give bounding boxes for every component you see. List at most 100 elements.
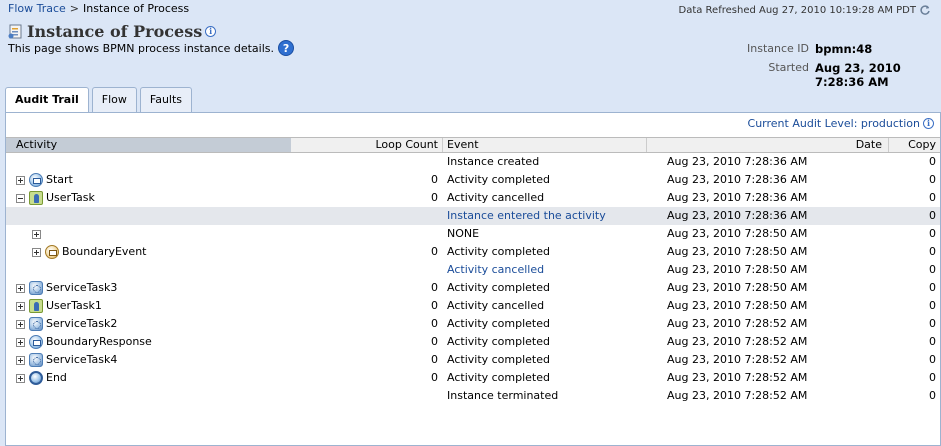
page-subtitle: This page shows BPMN process instance de… (8, 41, 275, 55)
column-header-loop-count[interactable]: Loop Count (291, 138, 442, 152)
copy-cell: 0 (929, 263, 936, 276)
activity-cell-content: ServiceTask2 (6, 315, 291, 333)
end-event-icon (29, 371, 43, 385)
table-row[interactable]: ServiceTask3 0 Activity completed Aug 23, 2… (6, 279, 940, 297)
expand-icon[interactable] (16, 283, 25, 293)
process-instance-icon (8, 24, 22, 38)
expand-icon[interactable] (32, 247, 41, 257)
event-cell[interactable]: Activity cancelled (442, 261, 646, 279)
activity-cell-content (6, 261, 291, 279)
date-cell: Aug 23, 2010 7:28:52 AM (667, 389, 808, 402)
activity-cell: Start (6, 171, 291, 189)
table-row[interactable]: Instance entered the activity Aug 23, 201… (6, 207, 940, 225)
tab-bar: Audit Trail Flow Faults (5, 87, 195, 113)
expand-icon[interactable] (16, 373, 25, 383)
column-header-activity[interactable]: Activity (6, 138, 291, 152)
page-title: Instance of Process (27, 22, 203, 41)
collapse-icon[interactable] (16, 193, 25, 203)
date-cell: Aug 23, 2010 7:28:36 AM (667, 191, 808, 204)
loop-count-cell: 0 (431, 317, 438, 330)
help-icon[interactable]: ? (278, 40, 295, 56)
table-row[interactable]: NONE Aug 23, 2010 7:28:50 AM 0 (6, 225, 940, 243)
column-header-event[interactable]: Event (442, 138, 646, 152)
date-cell: Aug 23, 2010 7:28:50 AM (667, 299, 808, 312)
table-row[interactable]: ServiceTask4 0 Activity completed Aug 23, 2… (6, 351, 940, 369)
loop-count-cell: 0 (431, 299, 438, 312)
column-header-date[interactable]: Date (646, 138, 888, 152)
table-header: Activity Loop Count Event Date Copy (6, 137, 940, 153)
date-cell: Aug 23, 2010 7:28:50 AM (667, 245, 808, 258)
copy-cell: 0 (929, 353, 936, 366)
column-header-copy[interactable]: Copy (888, 138, 940, 152)
audit-trail-table: Activity Loop Count Event Date Copy Inst… (6, 137, 940, 405)
loop-count-cell: 0 (431, 191, 438, 204)
audit-level-info-icon[interactable]: i (923, 118, 934, 129)
breadcrumb-current: Instance of Process (83, 2, 190, 15)
table-row[interactable]: End 0 Activity completed Aug 23, 2010 7:28:… (6, 369, 940, 387)
tab-flow[interactable]: Flow (91, 87, 137, 112)
event-cell: Activity completed (447, 245, 550, 258)
date-cell: Aug 23, 2010 7:28:36 AM (667, 155, 808, 168)
info-icon[interactable]: i (205, 26, 217, 37)
instance-id-row: Instance ID bpmn:48 (705, 42, 935, 56)
table-row[interactable]: Activity cancelled Aug 23, 2010 7:28:50 A… (6, 261, 940, 279)
table-row[interactable]: UserTask1 0 Activity cancelled Aug 23, 2010… (6, 297, 940, 315)
activity-name: BoundaryEvent (62, 245, 147, 258)
activity-cell: ServiceTask2 (6, 315, 291, 333)
started-label: Started (768, 61, 809, 74)
loop-count-cell: 0 (431, 173, 438, 186)
user-task-icon (29, 299, 43, 313)
table-row[interactable]: BoundaryResponse 0 Activity completed Aug 2… (6, 333, 940, 351)
table-row[interactable]: UserTask 0 Activity cancelled Aug 23, 2010 … (6, 189, 940, 207)
copy-cell: 0 (929, 209, 936, 222)
table-row[interactable]: ServiceTask2 0 Activity completed Aug 23, 2… (6, 315, 940, 333)
breadcrumb-separator: > (69, 2, 80, 15)
tab-faults[interactable]: Faults (139, 87, 193, 112)
expand-icon[interactable] (16, 319, 25, 329)
table-row[interactable]: Instance created Aug 23, 2010 7:28:36 AM 0 (6, 153, 940, 171)
started-value: Aug 23, 2010 7:28:36 AM (815, 61, 901, 89)
activity-cell-content: Start (6, 171, 291, 189)
activity-cell (6, 207, 291, 225)
loop-count-cell: 0 (431, 371, 438, 384)
started-row: Started Aug 23, 2010 7:28:36 AM (705, 61, 935, 89)
date-cell: Aug 23, 2010 7:28:36 AM (667, 209, 808, 222)
loop-count-cell: 0 (431, 353, 438, 366)
breadcrumb-flow-trace-link[interactable]: Flow Trace (8, 2, 66, 15)
date-cell: Aug 23, 2010 7:28:50 AM (667, 227, 808, 240)
audit-level-link[interactable]: Current Audit Level: production (748, 117, 920, 130)
expand-icon[interactable] (16, 337, 25, 347)
expand-icon[interactable] (16, 175, 25, 185)
instance-id-value: bpmn:48 (815, 42, 873, 56)
table-row[interactable]: Instance terminated Aug 23, 2010 7:28:52 … (6, 387, 940, 405)
activity-cell-content: ServiceTask4 (6, 351, 291, 369)
activity-name: ServiceTask2 (46, 317, 118, 330)
user-task-icon (29, 191, 43, 205)
table-row[interactable]: Start 0 Activity completed Aug 23, 2010 7:2… (6, 171, 940, 189)
expand-icon[interactable] (16, 301, 25, 311)
date-cell: Aug 23, 2010 7:28:52 AM (667, 317, 808, 330)
expand-icon[interactable] (16, 355, 25, 365)
audit-level: Current Audit Level: production i (748, 117, 934, 130)
activity-cell (6, 261, 291, 279)
activity-name: UserTask (46, 191, 95, 204)
expand-icon[interactable] (32, 229, 41, 239)
activity-cell: BoundaryEvent (6, 243, 291, 261)
activity-name: ServiceTask4 (46, 353, 118, 366)
service-task-icon (29, 353, 43, 367)
event-cell[interactable]: Instance entered the activity (442, 207, 646, 225)
copy-cell: 0 (929, 281, 936, 294)
event-cell: Activity completed (447, 317, 550, 330)
copy-cell: 0 (929, 299, 936, 312)
table-row[interactable]: BoundaryEvent 0 Activity completed Aug 23, … (6, 243, 940, 261)
instance-meta: Instance ID bpmn:48 Started Aug 23, 2010… (705, 42, 935, 94)
page-header: Instance of Process i (8, 22, 217, 41)
tab-audit-trail[interactable]: Audit Trail (5, 87, 89, 113)
refresh-icon[interactable] (919, 4, 931, 16)
activity-cell: UserTask1 (6, 297, 291, 315)
activity-name: ServiceTask3 (46, 281, 118, 294)
event-cell: NONE (447, 227, 480, 240)
activity-cell: UserTask (6, 189, 291, 207)
activity-cell-content: BoundaryEvent (6, 243, 291, 261)
activity-cell: ServiceTask3 (6, 279, 291, 297)
